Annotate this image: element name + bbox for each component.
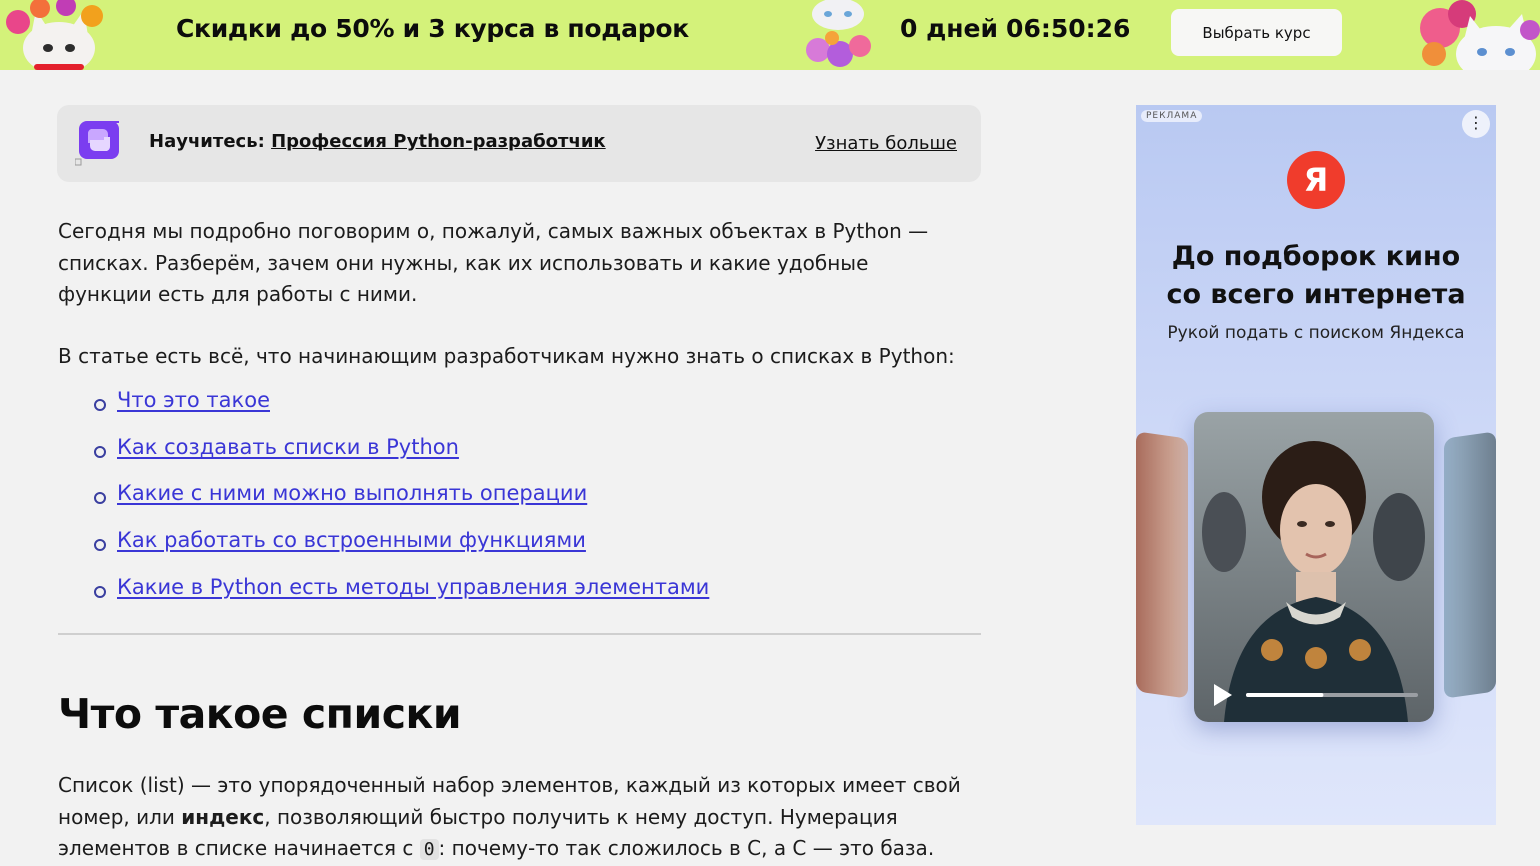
inline-code: 0 <box>419 839 439 860</box>
promo-banner: Скидки до 50% и 3 курса в подарок 0 дней… <box>0 0 1540 70</box>
section-heading: Что такое списки <box>58 690 462 738</box>
toc-item: Как работать со встроенными функциями <box>94 528 709 575</box>
course-link[interactable]: Профессия Python-разработчик <box>271 131 606 152</box>
toc-link-methods[interactable]: Какие в Python есть методы управления эл… <box>117 575 709 599</box>
ad-menu-button[interactable]: ⋮ <box>1462 110 1490 138</box>
toc-link-what-is[interactable]: Что это такое <box>117 388 270 412</box>
ad-subline: Рукой подать с поиском Яндекса <box>1167 323 1465 343</box>
table-of-contents: Что это такое Как создавать списки в Pyt… <box>94 388 709 621</box>
ad-side-image-right <box>1444 431 1496 699</box>
section-divider <box>58 633 981 635</box>
ad-side-image-left <box>1136 431 1188 699</box>
ad-headline-line1: До подборок кино <box>1171 241 1461 272</box>
cat-flowers-left-icon <box>6 0 103 70</box>
toc-link-builtin-functions[interactable]: Как работать со встроенными функциями <box>117 528 586 552</box>
toc-item: Какие в Python есть методы управления эл… <box>94 575 709 622</box>
python-course-icon <box>75 121 119 166</box>
toc-item: Что это такое <box>94 388 709 435</box>
definition-bold-term: индекс <box>181 804 265 829</box>
promo-countdown: 0 дней 06:50:26 <box>900 14 1130 43</box>
promo-title: Скидки до 50% и 3 курса в подарок <box>176 14 689 43</box>
course-promo-prefix: Научитесь: <box>149 131 272 152</box>
toc-link-create[interactable]: Как создавать списки в Python <box>117 435 459 459</box>
countdown-time: 06:50:26 <box>1006 14 1131 43</box>
countdown-days: 0 дней <box>900 14 999 43</box>
cat-flowers-right-icon <box>1420 0 1540 70</box>
definition-text-3: : почему-то так сложилось в C, а C — это… <box>438 836 935 860</box>
ad-banner[interactable]: РЕКЛАМА ⋮ Я До подборок кино со всего ин… <box>1136 105 1496 825</box>
toc-item: Как создавать списки в Python <box>94 435 709 482</box>
yandex-logo-icon: Я <box>1287 151 1345 209</box>
cat-flowers-middle-icon <box>806 0 871 67</box>
course-promo-box: Научитесь: Профессия Python-разработчик … <box>57 105 981 182</box>
toc-link-operations[interactable]: Какие с ними можно выполнять операции <box>117 481 587 505</box>
toc-item: Какие с ними можно выполнять операции <box>94 481 709 528</box>
definition-paragraph: Список (list) — это упорядоченный набор … <box>58 770 968 866</box>
ad-headline-line2: со всего интернета <box>1166 279 1466 310</box>
ad-label: РЕКЛАМА <box>1141 110 1203 122</box>
toc-intro-paragraph: В статье есть всё, что начинающим разраб… <box>58 344 955 368</box>
ad-video-thumbnail[interactable] <box>1194 412 1434 722</box>
course-promo-text: Научитесь: Профессия Python-разработчик <box>149 131 606 152</box>
video-progress-fill <box>1246 693 1324 697</box>
learn-more-link[interactable]: Узнать больше <box>815 133 957 154</box>
ad-headline: До подборок кино со всего интернета <box>1136 238 1496 314</box>
choose-course-button[interactable]: Выбрать курс <box>1171 9 1342 56</box>
intro-paragraph: Сегодня мы подробно поговорим о, пожалуй… <box>58 219 929 306</box>
woman-portrait-image <box>1194 412 1434 722</box>
